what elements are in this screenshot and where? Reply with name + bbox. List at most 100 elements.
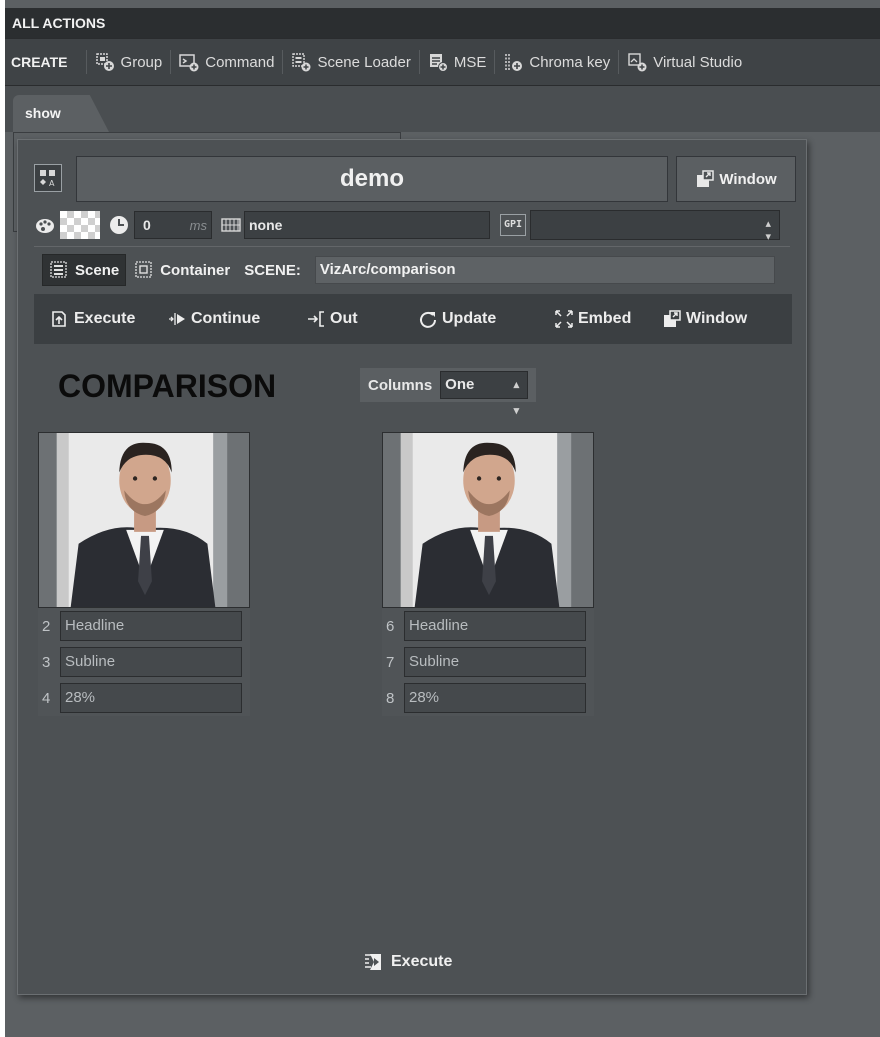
tab-show[interactable]: show xyxy=(13,95,109,132)
columns-select-value: One xyxy=(445,376,475,393)
toolbar-divider xyxy=(494,50,496,74)
create-command-button[interactable]: Command xyxy=(179,52,274,72)
delay-unit: ms xyxy=(189,217,207,233)
scene-toggle-label: Scene xyxy=(75,261,120,279)
out-button[interactable]: Out xyxy=(306,309,358,329)
clock-icon xyxy=(108,214,130,236)
name-row: A demo Window xyxy=(34,156,796,202)
portrait-image[interactable] xyxy=(38,432,250,608)
create-group-label: Group xyxy=(120,53,163,71)
continue-icon xyxy=(167,309,187,329)
field-row: 7 Subline xyxy=(382,644,594,680)
svg-text:A: A xyxy=(49,179,55,188)
embed-button[interactable]: Embed xyxy=(554,309,631,329)
bottom-execute-label: Execute xyxy=(391,953,453,970)
field-row: 2 Headline xyxy=(38,608,250,644)
create-mse-label: MSE xyxy=(453,53,487,71)
mse-add-icon xyxy=(428,52,448,72)
create-scene-loader-button[interactable]: Scene Loader xyxy=(291,52,411,72)
subline-input[interactable]: Subline xyxy=(404,647,586,677)
percent-input[interactable]: 28% xyxy=(60,683,242,713)
toolbar-divider xyxy=(282,50,284,74)
color-swatch[interactable] xyxy=(60,211,100,239)
create-virtual-studio-button[interactable]: Virtual Studio xyxy=(627,52,742,72)
create-scene-loader-label: Scene Loader xyxy=(317,53,411,71)
tab-bar: show xyxy=(5,86,880,132)
embed-icon xyxy=(554,309,574,329)
create-chroma-key-label: Chroma key xyxy=(529,53,611,71)
select-arrows-icon: ▴ ▾ xyxy=(765,217,771,243)
execute-label: Execute xyxy=(74,310,136,327)
app-window: ALL ACTIONS CREATE Group Command Scene L… xyxy=(5,0,880,1037)
continue-label: Continue xyxy=(191,310,261,327)
toolbar-divider xyxy=(418,50,420,74)
scene-toggle-button[interactable]: Scene xyxy=(42,254,127,286)
select-arrows-icon: ▴ ▾ xyxy=(513,379,520,417)
window-button[interactable]: Window xyxy=(676,156,796,202)
out-label: Out xyxy=(330,310,358,327)
gpi-select[interactable]: ▴ ▾ xyxy=(530,210,780,243)
refresh-icon xyxy=(418,309,438,329)
field-row: 4 28% xyxy=(38,680,250,716)
create-chroma-key-button[interactable]: Chroma key xyxy=(503,52,610,72)
action-name-field[interactable]: demo xyxy=(76,156,668,202)
divider xyxy=(34,246,790,247)
field-index: 6 xyxy=(386,617,395,635)
keyboard-grid-icon xyxy=(220,214,242,236)
create-command-label: Command xyxy=(205,53,275,71)
toolbar-divider xyxy=(618,50,620,74)
columns-control: Columns One ▴ ▾ xyxy=(360,368,536,417)
columns-select[interactable]: One ▴ ▾ xyxy=(440,371,529,417)
execute-button[interactable]: Execute xyxy=(50,309,135,329)
scene-icon xyxy=(49,260,69,280)
out-icon xyxy=(306,309,326,329)
subline-input[interactable]: Subline xyxy=(60,647,242,677)
template-field[interactable]: none xyxy=(244,211,490,239)
delay-value: 0 xyxy=(143,217,151,233)
create-group-button[interactable]: Group xyxy=(95,52,163,72)
delay-field[interactable]: 0 ms xyxy=(134,211,212,239)
field-row: 3 Subline xyxy=(38,644,250,680)
window-action-label: Window xyxy=(686,310,748,327)
create-toolbar: CREATE Group Command Scene Loader MSE Ch… xyxy=(5,38,880,86)
scene-label: SCENE: xyxy=(244,261,301,279)
headline-input[interactable]: Headline xyxy=(404,611,586,641)
comparison-card: 2 Headline 3 Subline 4 28% xyxy=(38,432,250,716)
gpi-icon: GPI xyxy=(500,214,526,236)
field-index: 4 xyxy=(42,689,51,707)
group-add-icon xyxy=(95,52,115,72)
headline-input[interactable]: Headline xyxy=(60,611,242,641)
window-button-label: Window xyxy=(719,170,777,188)
create-mse-button[interactable]: MSE xyxy=(428,52,487,72)
window-icon xyxy=(695,169,715,189)
columns-label: Columns xyxy=(368,376,433,394)
chroma-key-add-icon xyxy=(503,52,523,72)
toolbar-divider xyxy=(170,50,172,74)
field-index: 3 xyxy=(42,653,51,671)
create-virtual-studio-label: Virtual Studio xyxy=(653,53,743,71)
field-index: 8 xyxy=(386,689,395,707)
field-row: 8 28% xyxy=(382,680,594,716)
comparison-card: 6 Headline 7 Subline 8 28% xyxy=(382,432,594,716)
action-editor-panel: A demo Window 0 ms none GPI ▴ ▾ Scene Co… xyxy=(17,139,807,995)
virtual-studio-add-icon xyxy=(627,52,647,72)
window-action-button[interactable]: Window xyxy=(662,309,747,329)
execute-play-icon xyxy=(363,952,383,972)
scene-path-field[interactable]: VizArc/comparison xyxy=(314,256,775,284)
embed-label: Embed xyxy=(578,310,632,327)
bottom-execute-button[interactable]: Execute xyxy=(363,952,452,972)
container-toggle-button[interactable]: Container xyxy=(134,260,230,280)
portrait-image[interactable] xyxy=(382,432,594,608)
percent-input[interactable]: 28% xyxy=(404,683,586,713)
field-row: 6 Headline xyxy=(382,608,594,644)
palette-icon xyxy=(34,214,56,236)
continue-button[interactable]: Continue xyxy=(167,309,260,329)
settings-row: 0 ms none GPI ▴ ▾ xyxy=(34,210,790,243)
scene-loader-add-icon xyxy=(291,52,311,72)
update-button[interactable]: Update xyxy=(418,309,496,329)
template-title: COMPARISON xyxy=(58,368,277,404)
preview-icon[interactable]: A xyxy=(34,164,62,192)
scene-row: Scene Container SCENE: VizArc/comparison xyxy=(42,254,790,286)
field-index: 2 xyxy=(42,617,51,635)
all-actions-header: ALL ACTIONS xyxy=(5,8,880,38)
